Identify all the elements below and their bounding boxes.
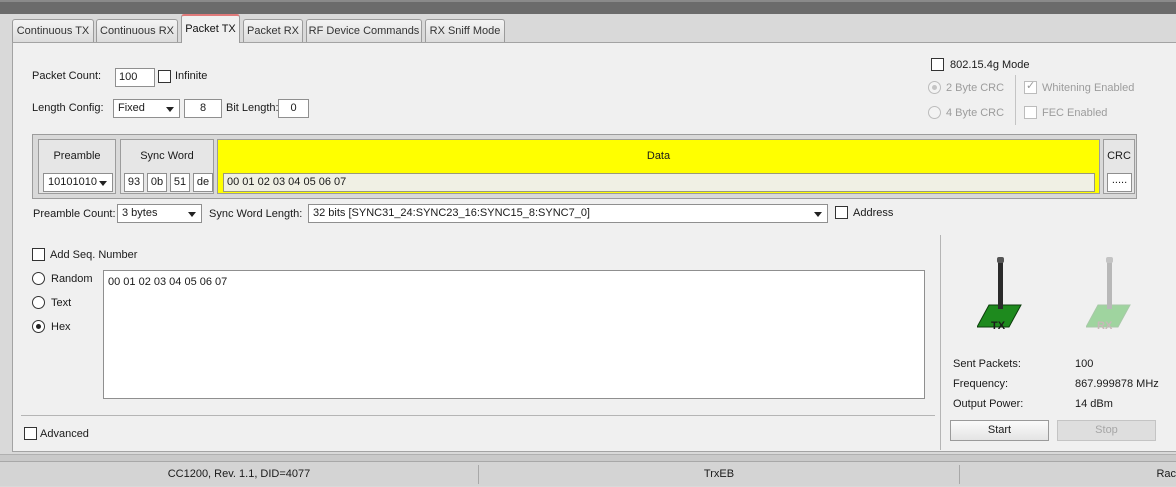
ieee-divider — [1015, 75, 1016, 125]
sync-word-title: Sync Word — [140, 150, 194, 162]
length-config-label: Length Config: — [32, 102, 104, 114]
preamble-select[interactable]: 10101010 — [43, 173, 113, 192]
address-label: Address — [853, 207, 894, 219]
infinite-checkbox[interactable] — [158, 70, 171, 83]
sync-word-length-value: 32 bits [SYNC31_24:SYNC23_16:SYNC15_8:SY… — [313, 207, 590, 219]
advanced-label: Advanced — [40, 428, 89, 440]
tx-label: TX — [991, 320, 1006, 332]
data-field: Data 00 01 02 03 04 05 06 07 — [217, 139, 1100, 194]
crc2-radio[interactable] — [928, 81, 941, 94]
data-value: 00 01 02 03 04 05 06 07 — [223, 173, 1095, 192]
add-seq-number-label: Add Seq. Number — [50, 249, 138, 261]
random-radio[interactable] — [32, 272, 45, 285]
crc-title: CRC — [1107, 150, 1131, 162]
tab-rf-device-commands[interactable]: RF Device Commands — [306, 19, 422, 42]
preamble-title: Preamble — [53, 150, 101, 162]
hex-radio[interactable] — [32, 320, 45, 333]
tab-continuous-rx[interactable]: Continuous RX — [96, 19, 178, 42]
packet-tx-panel: Packet Count: 100 Infinite Length Config… — [12, 42, 1176, 452]
crc-value: ..... — [1107, 173, 1132, 192]
frequency-value: 867.999878 MHz — [1075, 378, 1159, 390]
sync-byte-2[interactable]: 0b — [147, 173, 167, 192]
preamble-value: 10101010 — [48, 176, 97, 188]
crc4-radio[interactable] — [928, 106, 941, 119]
fec-label: FEC Enabled — [1042, 107, 1108, 119]
sync-byte-4[interactable]: de — [193, 173, 213, 192]
status-board: TrxEB — [703, 468, 735, 480]
preamble-count-value: 3 bytes — [122, 207, 158, 219]
window-top-strip — [0, 0, 1176, 14]
tab-packet-tx[interactable]: Packet TX — [181, 14, 240, 43]
data-title: Data — [646, 150, 671, 162]
window-frame-bottom — [0, 454, 1176, 461]
text-radio[interactable] — [32, 296, 45, 309]
checkmark-icon: ✓ — [1026, 80, 1036, 92]
whitening-label: Whitening Enabled — [1042, 82, 1135, 94]
chevron-down-icon — [814, 212, 822, 217]
infinite-label: Infinite — [175, 70, 208, 82]
payload-textarea[interactable]: 00 01 02 03 04 05 06 07 — [103, 270, 925, 399]
chevron-down-icon — [166, 107, 174, 112]
add-seq-number-checkbox[interactable] — [32, 248, 45, 261]
whitening-checkbox[interactable]: ✓ — [1024, 80, 1037, 94]
status-right: Rac — [1156, 468, 1176, 480]
random-label: Random — [51, 273, 93, 285]
sync-word-field: Sync Word 93 0b 51 de — [120, 139, 214, 194]
preamble-field: Preamble 10101010 — [38, 139, 116, 194]
stop-button[interactable]: Stop — [1057, 420, 1156, 441]
frequency-label: Frequency: — [953, 378, 1009, 390]
status-panel-divider — [940, 235, 941, 450]
advanced-divider — [21, 415, 935, 416]
crc2-label: 2 Byte CRC — [946, 82, 1005, 94]
advanced-checkbox[interactable] — [24, 427, 37, 440]
ieee-802154g-checkbox[interactable] — [931, 58, 944, 71]
sync-word-length-label: Sync Word Length: — [209, 208, 303, 220]
sync-byte-1[interactable]: 93 — [124, 173, 144, 192]
status-bar: CC1200, Rev. 1.1, DID=4077 TrxEB Rac — [0, 461, 1176, 486]
fec-checkbox[interactable] — [1024, 106, 1037, 119]
sync-word-length-select[interactable]: 32 bits [SYNC31_24:SYNC23_16:SYNC15_8:SY… — [308, 204, 828, 223]
address-checkbox[interactable] — [835, 206, 848, 219]
preamble-count-label: Preamble Count: — [33, 208, 116, 220]
preamble-count-select[interactable]: 3 bytes — [117, 204, 202, 223]
bit-length-input[interactable]: 0 — [278, 99, 309, 118]
packet-count-label: Packet Count: — [32, 70, 102, 82]
packet-count-input[interactable]: 100 — [115, 68, 155, 87]
crc-field: CRC ..... — [1103, 139, 1135, 194]
rx-label: RX — [1097, 320, 1113, 332]
tab-packet-rx[interactable]: Packet RX — [243, 19, 303, 42]
hex-label: Hex — [51, 321, 71, 333]
length-config-select[interactable]: Fixed — [113, 99, 180, 118]
sent-packets-value: 100 — [1075, 358, 1094, 370]
sync-byte-3[interactable]: 51 — [170, 173, 190, 192]
tab-rx-sniff-mode[interactable]: RX Sniff Mode — [425, 19, 505, 42]
ieee-802154g-label: 802.15.4g Mode — [950, 59, 1030, 71]
output-power-label: Output Power: — [953, 398, 1024, 410]
start-button[interactable]: Start — [950, 420, 1049, 441]
output-power-value: 14 dBm — [1075, 398, 1113, 410]
tab-continuous-tx[interactable]: Continuous TX — [12, 19, 94, 42]
crc4-label: 4 Byte CRC — [946, 107, 1005, 119]
status-device: CC1200, Rev. 1.1, DID=4077 — [167, 468, 311, 480]
chevron-down-icon — [99, 181, 107, 186]
bit-length-label: Bit Length: — [226, 102, 279, 114]
length-config-value: Fixed — [118, 102, 145, 114]
text-label: Text — [51, 297, 72, 309]
sent-packets-label: Sent Packets: — [953, 358, 1021, 370]
chevron-down-icon — [188, 212, 196, 217]
length-input[interactable]: 8 — [184, 99, 222, 118]
